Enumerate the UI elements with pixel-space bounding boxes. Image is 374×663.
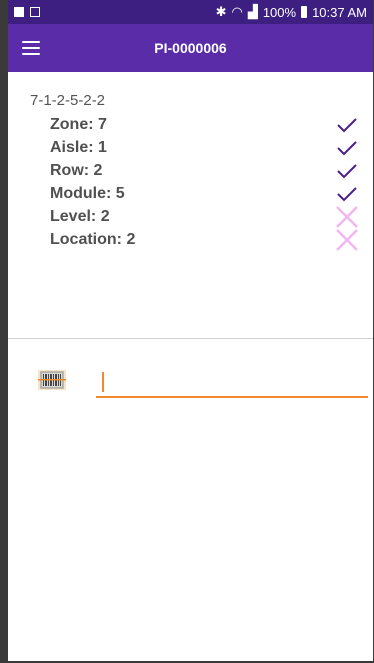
location-code: 7-1-2-5-2-2 bbox=[30, 92, 106, 109]
check-icon bbox=[333, 113, 361, 136]
scan-section bbox=[38, 362, 368, 402]
battery-percent: 100% bbox=[262, 4, 297, 20]
battery-icon bbox=[301, 6, 308, 18]
row-label: Row: 2 bbox=[50, 161, 103, 179]
location-row-location: Location: 2 bbox=[30, 228, 373, 251]
check-icon bbox=[333, 182, 361, 205]
location-row-zone: Zone: 7 bbox=[30, 113, 373, 136]
scan-input[interactable] bbox=[96, 366, 368, 398]
wifi-icon: ◠ bbox=[231, 4, 243, 19]
section-divider bbox=[8, 338, 373, 339]
location-label: Location: 2 bbox=[50, 230, 136, 248]
check-icon bbox=[333, 159, 361, 182]
location-details: 7-1-2-5-2-2 Zone: 7 Aisle: 1 Row: 2 Modu… bbox=[8, 72, 373, 251]
barcode-scanner-icon[interactable] bbox=[38, 370, 66, 390]
location-row-level: Level: 2 bbox=[30, 205, 373, 228]
location-row-row: Row: 2 bbox=[30, 159, 373, 182]
cross-icon bbox=[333, 228, 361, 251]
module-label: Module: 5 bbox=[50, 184, 125, 202]
signal-icon: ▟ bbox=[247, 4, 258, 19]
notification-icon bbox=[30, 7, 40, 17]
image-icon bbox=[14, 7, 24, 17]
zone-label: Zone: 7 bbox=[50, 115, 107, 133]
page-title: PI-0000006 bbox=[154, 40, 227, 56]
check-icon bbox=[333, 136, 361, 159]
status-bar: ✱ ◠ ▟ 100% 10:37 AM bbox=[8, 0, 373, 24]
location-row-aisle: Aisle: 1 bbox=[30, 136, 373, 159]
app-bar: PI-0000006 bbox=[8, 24, 373, 72]
text-cursor bbox=[102, 372, 104, 392]
status-time: 10:37 AM bbox=[312, 4, 367, 20]
level-label: Level: 2 bbox=[50, 207, 110, 225]
location-row-module: Module: 5 bbox=[30, 182, 373, 205]
aisle-label: Aisle: 1 bbox=[50, 138, 107, 156]
bluetooth-icon: ✱ bbox=[215, 4, 227, 19]
cross-icon bbox=[333, 205, 361, 228]
app-window: ✱ ◠ ▟ 100% 10:37 AM PI-0000006 7-1-2-5-2… bbox=[0, 0, 374, 663]
